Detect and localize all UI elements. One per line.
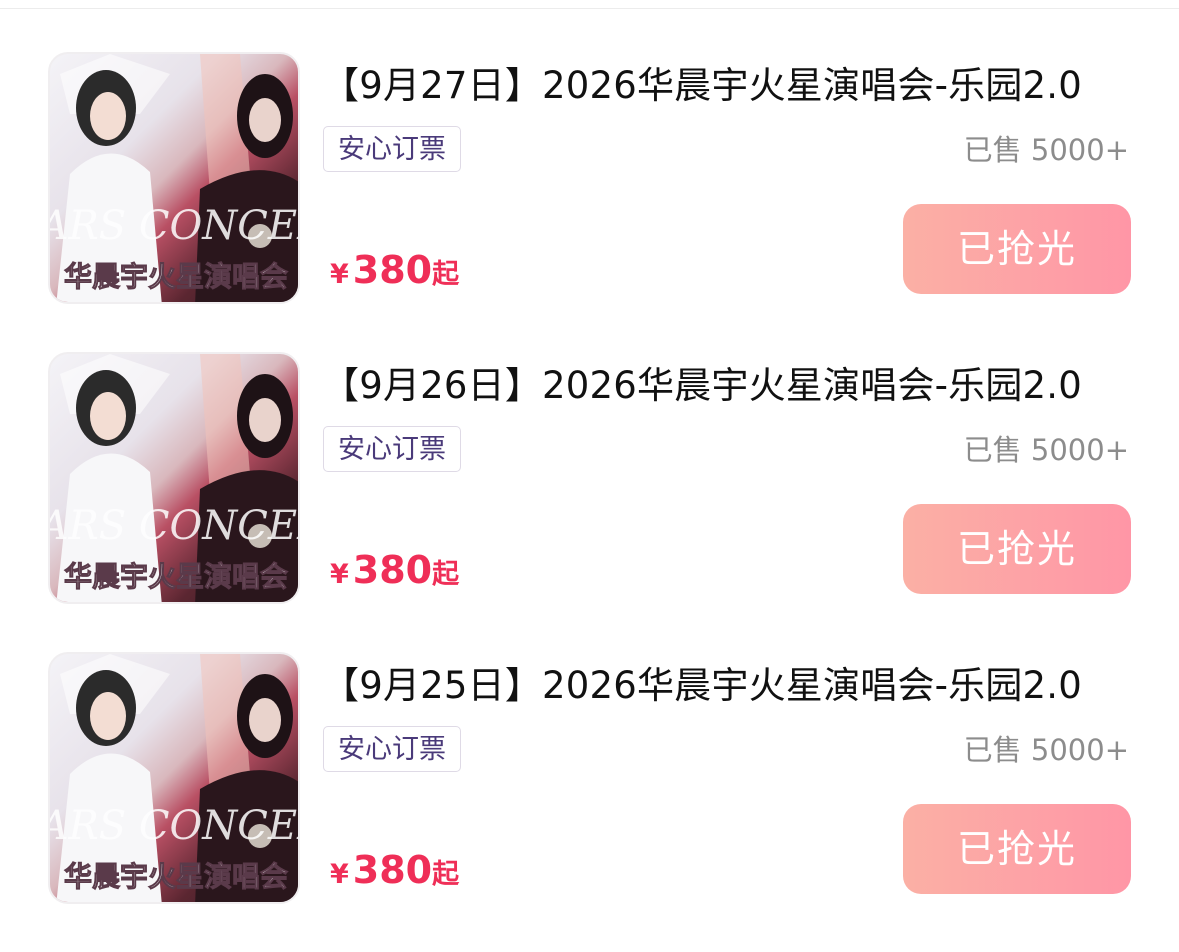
poster-headline: MARS CONCERT bbox=[50, 503, 300, 549]
price: ¥380起 bbox=[330, 544, 459, 596]
event-title[interactable]: 【9月26日】2026华晨宇火星演唱会-乐园2.0 bbox=[322, 360, 1142, 412]
poster-headline: MARS CONCERT bbox=[50, 203, 300, 249]
event-card[interactable]: MARS CONCERT 华晨宇火星演唱会 【9月27日】2026华晨宇火星演唱… bbox=[0, 52, 1179, 352]
sold-out-button[interactable]: 已抢光 bbox=[903, 504, 1131, 594]
sold-out-button[interactable]: 已抢光 bbox=[903, 204, 1131, 294]
event-card[interactable]: MARS CONCERT 华晨宇火星演唱会 【9月25日】2026华晨宇火星演唱… bbox=[0, 652, 1179, 952]
event-title[interactable]: 【9月25日】2026华晨宇火星演唱会-乐园2.0 bbox=[322, 660, 1142, 712]
price-currency: ¥ bbox=[330, 559, 349, 590]
price: ¥380起 bbox=[330, 844, 459, 896]
price-amount: 380 bbox=[352, 848, 433, 892]
poster-headline: MARS CONCERT bbox=[50, 803, 300, 849]
event-poster[interactable]: MARS CONCERT 华晨宇火星演唱会 bbox=[48, 652, 300, 904]
poster-caption: 华晨宇火星演唱会 bbox=[64, 260, 288, 293]
price-suffix: 起 bbox=[432, 859, 460, 890]
safe-booking-tag: 安心订票 bbox=[323, 426, 461, 472]
safe-booking-tag: 安心订票 bbox=[323, 726, 461, 772]
event-card[interactable]: MARS CONCERT 华晨宇火星演唱会 【9月26日】2026华晨宇火星演唱… bbox=[0, 352, 1179, 652]
price-suffix: 起 bbox=[432, 259, 460, 290]
price: ¥380起 bbox=[330, 244, 459, 296]
price-currency: ¥ bbox=[330, 259, 349, 290]
price-suffix: 起 bbox=[432, 559, 460, 590]
sold-count: 已售 5000+ bbox=[963, 133, 1129, 167]
price-amount: 380 bbox=[352, 548, 433, 592]
sold-out-button[interactable]: 已抢光 bbox=[903, 804, 1131, 894]
event-poster[interactable]: MARS CONCERT 华晨宇火星演唱会 bbox=[48, 52, 300, 304]
poster-caption: 华晨宇火星演唱会 bbox=[64, 860, 288, 893]
event-list: MARS CONCERT 华晨宇火星演唱会 【9月27日】2026华晨宇火星演唱… bbox=[0, 0, 1179, 949]
sold-count: 已售 5000+ bbox=[963, 733, 1129, 767]
event-title[interactable]: 【9月27日】2026华晨宇火星演唱会-乐园2.0 bbox=[322, 60, 1142, 112]
poster-artwork: MARS CONCERT 华晨宇火星演唱会 bbox=[50, 54, 300, 302]
price-amount: 380 bbox=[352, 248, 433, 292]
poster-artwork: MARS CONCERT 华晨宇火星演唱会 bbox=[50, 354, 300, 602]
sold-count: 已售 5000+ bbox=[963, 433, 1129, 467]
poster-artwork: MARS CONCERT 华晨宇火星演唱会 bbox=[50, 654, 300, 902]
event-poster[interactable]: MARS CONCERT 华晨宇火星演唱会 bbox=[48, 352, 300, 604]
price-currency: ¥ bbox=[330, 859, 349, 890]
poster-caption: 华晨宇火星演唱会 bbox=[64, 560, 288, 593]
safe-booking-tag: 安心订票 bbox=[323, 126, 461, 172]
